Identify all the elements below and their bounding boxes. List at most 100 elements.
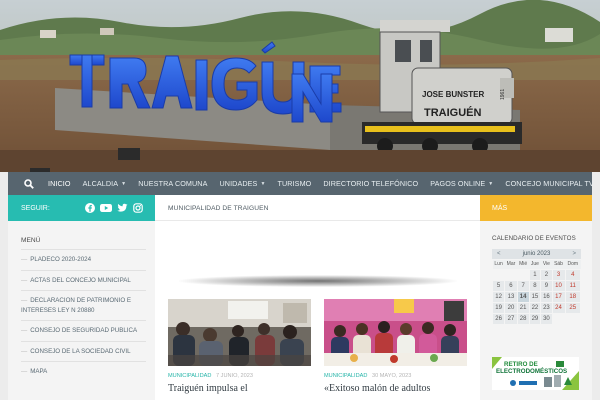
calendar-header: < junio 2023 > <box>492 249 581 259</box>
calendar-day[interactable]: 10 <box>551 279 566 292</box>
calendar-day[interactable]: 30 <box>540 312 553 325</box>
loco-plate-line1: JOSE BUNSTER <box>422 90 484 99</box>
twitter-icon[interactable] <box>117 203 128 213</box>
sidebar-item-declaracion[interactable]: — DECLARACION DE PATRIMONIO E INTERESES L… <box>21 290 146 320</box>
calendar-day[interactable]: 5 <box>491 279 506 292</box>
calendar-weekday: Mar <box>504 260 518 269</box>
calendar-week: 1234 <box>491 268 582 281</box>
sidebar-item-label: CONSEJO DE SEGURIDAD PUBLICA <box>30 327 138 334</box>
nav-item-unidades[interactable]: UNIDADES ▼ <box>214 172 272 195</box>
banner-line2: ELECTRODOMÉSTICOS <box>496 368 568 375</box>
banner-line1: RETIRO DE <box>504 361 538 368</box>
nav-item-label: ALCALDIA <box>82 179 119 188</box>
loco-number: 1961 <box>500 89 506 100</box>
dash-icon: — <box>21 297 28 304</box>
dash-icon: — <box>21 276 28 284</box>
post-date: 30 MAYO, 2023 <box>371 373 412 379</box>
dash-icon: — <box>21 256 28 263</box>
calendar-weekday: Sáb <box>552 260 566 269</box>
post-thumbnail[interactable] <box>324 299 467 366</box>
nav-item-alcaldia[interactable]: ALCALDIA ▼ <box>77 172 133 195</box>
calendar-day[interactable]: 6 <box>504 279 518 292</box>
section-heading: MUNICIPALIDAD DE TRAIGUEN <box>168 205 269 212</box>
calendar-day[interactable]: 26 <box>491 312 506 325</box>
calendar-day[interactable]: 24 <box>551 301 566 314</box>
sidebar-item-sociedad-civil[interactable]: — CONSEJO DE LA SOCIEDAD CIVIL <box>21 340 146 362</box>
nav-item-label: INICIO <box>48 179 71 188</box>
more-label: MÁS <box>492 204 508 212</box>
left-sidebar: MENÚ — PLADECO 2020-2024 — ACTAS DEL CONCE… <box>8 221 155 400</box>
nav-item-concejo-tv[interactable]: CONCEJO MUNICIPAL TV <box>499 172 600 195</box>
chevron-down-icon: ▼ <box>121 180 127 187</box>
hero-image: JOSE BUNSTER TRAIGUÉN 1961 <box>0 0 600 172</box>
sidebar-item-label: MAPA <box>30 368 48 375</box>
calendar-day[interactable]: 25 <box>564 301 582 314</box>
calendar-day[interactable]: 14 <box>516 290 530 303</box>
calendar-empty-cell <box>491 268 506 281</box>
calendar-day[interactable]: 22 <box>528 301 542 314</box>
post-category[interactable]: MUNICIPALIDAD <box>168 373 211 379</box>
nav-item-label: PAGOS ONLINE <box>430 179 486 188</box>
calendar-day[interactable]: 23 <box>540 301 553 314</box>
recycling-banner[interactable]: RETIRO DE ELECTRODOMÉSTICOS <box>492 357 579 390</box>
sidebar-item-label: CONSEJO DE LA SOCIEDAD CIVIL <box>30 347 131 355</box>
calendar-day[interactable]: 7 <box>516 279 530 292</box>
post-card[interactable]: MUNICIPALIDAD 7 JUNIO, 2023 Traiguén imp… <box>168 299 311 394</box>
nav-item-directorio[interactable]: DIRECTORIO TELEFÓNICO <box>317 172 424 195</box>
instagram-icon[interactable] <box>133 203 143 213</box>
calendar-day[interactable]: 18 <box>564 290 582 303</box>
post-title[interactable]: «Exitoso malón de adultos <box>324 383 467 394</box>
calendar-day[interactable]: 21 <box>516 301 530 314</box>
calendar-weekday: Lun <box>492 260 505 269</box>
main-content: MUNICIPALIDAD DE TRAIGUEN MUNICIPALIDAD … <box>155 195 480 400</box>
calendar-day[interactable]: 4 <box>564 268 582 281</box>
calendar-day[interactable]: 1 <box>528 268 542 281</box>
sidebar-item-actas[interactable]: — ACTAS DEL CONCEJO MUNICIPAL <box>21 269 146 291</box>
post-title[interactable]: Traiguén impulsa el <box>168 383 311 394</box>
calendar-day[interactable]: 13 <box>504 290 518 303</box>
prev-month-button[interactable]: < <box>497 251 501 257</box>
post-thumbnail[interactable] <box>168 299 311 366</box>
calendar-day[interactable]: 19 <box>491 301 506 314</box>
post-card[interactable]: MUNICIPALIDAD 30 MAYO, 2023 «Exitoso mal… <box>324 299 467 394</box>
calendar-day[interactable]: 17 <box>551 290 566 303</box>
facebook-icon[interactable] <box>85 203 95 213</box>
nav-item-inicio[interactable]: INICIO <box>42 172 77 195</box>
nav-item-nuestra-comuna[interactable]: NUESTRA COMUNA <box>132 172 213 195</box>
nav-item-turismo[interactable]: TURISMO <box>272 172 318 195</box>
calendar-day[interactable]: 15 <box>528 290 542 303</box>
calendar-day[interactable]: 9 <box>540 279 553 292</box>
hero-banner: JOSE BUNSTER TRAIGUÉN 1961 <box>0 0 600 172</box>
calendar-day[interactable]: 29 <box>528 312 542 325</box>
sidebar-item-mapa[interactable]: — MAPA <box>21 361 146 382</box>
sidebar-item-pladeco[interactable]: — PLADECO 2020-2024 <box>21 249 146 270</box>
chevron-down-icon: ▼ <box>260 180 266 187</box>
calendar-day[interactable]: 27 <box>504 312 518 325</box>
calendar-empty-cell <box>516 268 530 281</box>
calendar-day[interactable]: 28 <box>516 312 530 325</box>
calendar-week: 19 20 21 22 23 24 25 <box>491 301 582 314</box>
calendar-day[interactable]: 11 <box>564 279 582 292</box>
nav-item-pagos-online[interactable]: PAGOS ONLINE ▼ <box>424 172 499 195</box>
calendar-day[interactable]: 12 <box>491 290 506 303</box>
calendar-weekday: Jue <box>529 260 541 269</box>
calendar-empty-cell <box>564 312 582 325</box>
post-meta: MUNICIPALIDAD 30 MAYO, 2023 <box>324 373 467 379</box>
sidebar-item-seguridad[interactable]: — CONSEJO DE SEGURIDAD PUBLICA <box>21 320 146 341</box>
loco-plate-line2: TRAIGUÉN <box>424 106 482 119</box>
next-month-button[interactable]: > <box>572 251 576 257</box>
calendar-title: CALENDARIO DE EVENTOS <box>492 235 576 242</box>
dash-icon: — <box>21 347 28 355</box>
nav-item-label: TURISMO <box>277 179 312 188</box>
search-icon[interactable] <box>24 172 34 195</box>
calendar-day[interactable]: 3 <box>551 268 566 281</box>
sidebar-item-label: DECLARACION DE PATRIMONIO E INTERESES LE… <box>21 297 132 314</box>
calendar-day[interactable]: 8 <box>528 279 542 292</box>
divider <box>155 220 480 221</box>
nav-item-label: DIRECTORIO TELEFÓNICO <box>323 179 419 188</box>
youtube-icon[interactable] <box>100 203 112 213</box>
calendar-day[interactable]: 2 <box>540 268 553 281</box>
calendar-day[interactable]: 20 <box>504 301 518 314</box>
calendar-day[interactable]: 16 <box>540 290 553 303</box>
post-category[interactable]: MUNICIPALIDAD <box>324 373 367 379</box>
